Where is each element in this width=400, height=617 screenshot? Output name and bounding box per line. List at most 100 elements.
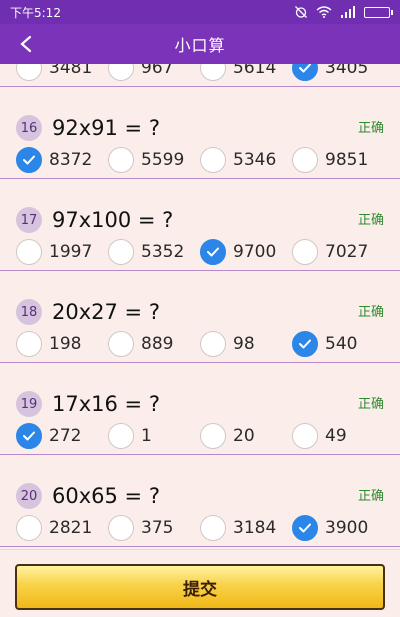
answer-option[interactable]: 3184 — [200, 515, 292, 541]
answer-option[interactable]: 272 — [16, 423, 108, 449]
answer-option[interactable]: 967 — [108, 64, 200, 81]
answer-option[interactable]: 5599 — [108, 147, 200, 173]
option-label: 540 — [325, 334, 358, 354]
question-item: 15348196756143405 — [0, 64, 400, 87]
option-label: 198 — [49, 334, 82, 354]
radio-unchecked-icon[interactable] — [108, 423, 134, 449]
answer-option[interactable]: 9700 — [200, 239, 292, 265]
question-header: 17 97x100 = ? — [16, 207, 173, 233]
answer-options: 1997 5352 9700 7027 — [16, 239, 384, 265]
radio-checked-icon[interactable] — [16, 147, 42, 173]
back-button[interactable] — [10, 28, 42, 60]
signal-icon — [341, 6, 355, 18]
question-item: 16 92x91 = ? 正确 8372 5599 5346 9851 — [0, 87, 400, 179]
radio-checked-icon[interactable] — [200, 239, 226, 265]
answer-option[interactable]: 49 — [292, 423, 384, 449]
radio-unchecked-icon[interactable] — [200, 423, 226, 449]
answer-option[interactable]: 1997 — [16, 239, 108, 265]
option-label: 2821 — [49, 518, 93, 538]
footer-bar: 提交 — [0, 549, 400, 617]
radio-checked-icon[interactable] — [292, 64, 318, 81]
radio-unchecked-icon[interactable] — [200, 515, 226, 541]
answer-option[interactable]: 98 — [200, 331, 292, 357]
question-expression: 20x27 = ? — [52, 300, 160, 324]
radio-unchecked-icon[interactable] — [16, 331, 42, 357]
answer-options: 272 1 20 49 — [16, 423, 384, 449]
question-header: 20 60x65 = ? — [16, 483, 160, 509]
question-item: 17 97x100 = ? 正确 1997 5352 9700 7027 — [0, 179, 400, 271]
answer-option[interactable]: 889 — [108, 331, 200, 357]
answer-option[interactable]: 375 — [108, 515, 200, 541]
option-label: 967 — [141, 64, 174, 78]
option-label: 7027 — [325, 242, 369, 262]
radio-unchecked-icon[interactable] — [292, 423, 318, 449]
radio-unchecked-icon[interactable] — [16, 515, 42, 541]
answer-options: 198 889 98 540 — [16, 331, 384, 357]
answer-option[interactable]: 5352 — [108, 239, 200, 265]
question-number: 16 — [16, 115, 42, 141]
answer-status: 正确 — [357, 489, 384, 504]
option-label: 3900 — [325, 518, 369, 538]
submit-button[interactable]: 提交 — [15, 564, 385, 610]
answer-option[interactable]: 2821 — [16, 515, 108, 541]
question-number: 17 — [16, 207, 42, 233]
question-item: 20 60x65 = ? 正确 2821 375 3184 3900 — [0, 455, 400, 547]
radio-unchecked-icon[interactable] — [108, 64, 134, 81]
option-label: 9700 — [233, 242, 277, 262]
answer-status: 正确 — [357, 397, 384, 412]
answer-option[interactable]: 198 — [16, 331, 108, 357]
answer-option[interactable]: 5346 — [200, 147, 292, 173]
option-label: 375 — [141, 518, 174, 538]
option-label: 8372 — [49, 150, 93, 170]
radio-unchecked-icon[interactable] — [292, 147, 318, 173]
radio-unchecked-icon[interactable] — [16, 239, 42, 265]
page-title: 小口算 — [174, 36, 226, 55]
option-label: 889 — [141, 334, 174, 354]
radio-unchecked-icon[interactable] — [108, 515, 134, 541]
question-expression: 97x100 = ? — [52, 208, 174, 232]
answer-option[interactable]: 7027 — [292, 239, 384, 265]
answer-status: 正确 — [357, 213, 384, 228]
answer-option[interactable]: 3900 — [292, 515, 384, 541]
wifi-icon — [316, 6, 332, 18]
answer-option[interactable]: 3405 — [292, 64, 384, 81]
question-expression: 60x65 = ? — [52, 484, 160, 508]
radio-unchecked-icon[interactable] — [16, 64, 42, 81]
answer-options: 2821 375 3184 3900 — [16, 515, 384, 541]
radio-unchecked-icon[interactable] — [292, 239, 318, 265]
question-header: 18 20x27 = ? — [16, 299, 160, 325]
answer-status: 正确 — [357, 121, 384, 136]
status-bar: 下午5:12 — [0, 0, 400, 24]
answer-status: 正确 — [357, 305, 384, 320]
question-expression: 17x16 = ? — [52, 392, 160, 416]
radio-unchecked-icon[interactable] — [200, 64, 226, 81]
app-bar: 小口算 — [0, 24, 400, 64]
option-label: 3405 — [325, 64, 369, 78]
radio-checked-icon[interactable] — [292, 515, 318, 541]
option-label: 272 — [49, 426, 82, 446]
radio-unchecked-icon[interactable] — [108, 331, 134, 357]
check-icon — [299, 64, 311, 73]
question-number: 18 — [16, 299, 42, 325]
radio-checked-icon[interactable] — [292, 331, 318, 357]
question-number: 19 — [16, 391, 42, 417]
question-item: 18 20x27 = ? 正确 198 889 98 540 — [0, 271, 400, 363]
radio-unchecked-icon[interactable] — [200, 147, 226, 173]
answer-option[interactable]: 1 — [108, 423, 200, 449]
answer-options: 8372 5599 5346 9851 — [16, 147, 384, 173]
radio-unchecked-icon[interactable] — [108, 239, 134, 265]
question-list[interactable]: 153481967561434051692x91 = ?正确8372559953… — [0, 64, 400, 549]
option-label: 5599 — [141, 150, 185, 170]
radio-checked-icon[interactable] — [16, 423, 42, 449]
answer-option[interactable]: 20 — [200, 423, 292, 449]
radio-unchecked-icon[interactable] — [108, 147, 134, 173]
answer-option[interactable]: 9851 — [292, 147, 384, 173]
answer-option[interactable]: 5614 — [200, 64, 292, 81]
question-number: 20 — [16, 483, 42, 509]
answer-option[interactable]: 8372 — [16, 147, 108, 173]
status-icons — [294, 5, 393, 19]
radio-unchecked-icon[interactable] — [200, 331, 226, 357]
option-label: 5346 — [233, 150, 277, 170]
answer-option[interactable]: 3481 — [16, 64, 108, 81]
answer-option[interactable]: 540 — [292, 331, 384, 357]
